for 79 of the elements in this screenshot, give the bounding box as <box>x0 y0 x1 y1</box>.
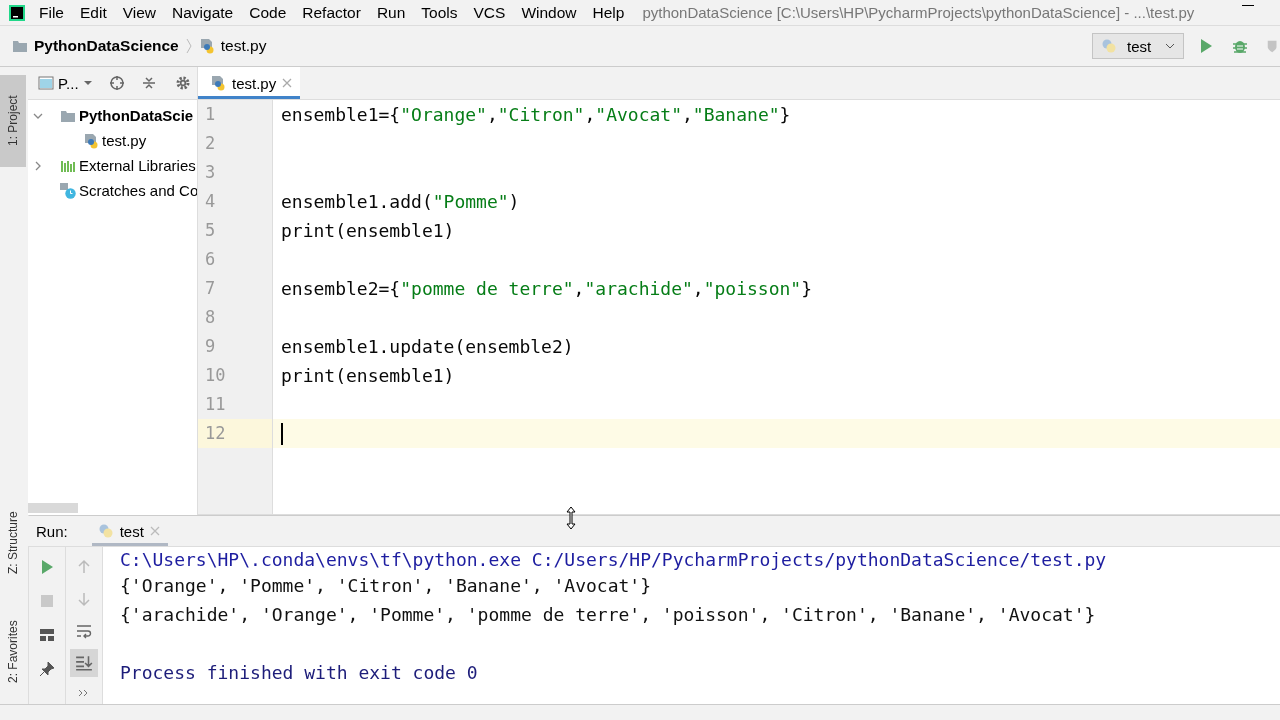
close-icon[interactable] <box>149 526 160 536</box>
menu-item[interactable]: Window <box>521 3 577 22</box>
python-file-icon <box>83 132 99 149</box>
collapse-all-icon[interactable] <box>140 75 157 91</box>
scroll-to-end-icon <box>75 654 93 672</box>
text-cursor <box>281 422 283 445</box>
line-number: 10 <box>204 364 227 387</box>
code-line: print(ensemble1) <box>281 365 455 386</box>
panel-title: Run: <box>36 522 68 540</box>
tool-window-tab[interactable]: 1: Project <box>0 75 26 167</box>
console-output-line: {'arachide', 'Orange', 'Pomme', 'pomme de terre', 'poisson', 'Citron', 'Banane', 'Avocat'} <box>120 604 1096 625</box>
line-number: 6 <box>204 248 217 271</box>
menu-item[interactable]: View <box>122 3 157 22</box>
line-number: 11 <box>204 393 227 416</box>
chevron-icon <box>184 38 193 54</box>
menu-item[interactable]: File <box>39 3 64 22</box>
tree-item[interactable]: PythonDataScie <box>79 107 194 124</box>
close-icon[interactable] <box>282 78 293 88</box>
soft-wrap-icon[interactable] <box>76 623 92 639</box>
locate-target-icon[interactable] <box>108 75 125 91</box>
python-file-icon <box>210 75 226 91</box>
menu-item[interactable]: Tools <box>421 3 458 22</box>
tree-item[interactable]: External Libraries <box>79 157 196 174</box>
console-output-line: {'Orange', 'Pomme', 'Citron', 'Banane', 'Avocat'} <box>120 575 651 596</box>
down-arrow-icon[interactable] <box>76 591 92 607</box>
breadcrumb-item[interactable]: PythonDataScience <box>34 37 179 55</box>
menu-item[interactable]: Edit <box>80 3 107 22</box>
up-arrow-icon[interactable] <box>76 559 92 575</box>
menu-item[interactable]: Code <box>249 3 287 22</box>
code-line: ensemble1.add("Pomme") <box>281 191 520 212</box>
python-file-icon <box>198 38 215 54</box>
debug-bug-icon[interactable] <box>1232 38 1248 54</box>
more-icon[interactable] <box>78 689 90 697</box>
stop-icon[interactable] <box>38 593 55 609</box>
app-logo-icon <box>9 4 25 21</box>
code-line: print(ensemble1) <box>281 220 455 241</box>
caret-icon <box>1165 43 1175 49</box>
caret-icon <box>82 80 93 86</box>
window-title: pythonDataScience [C:\Users\HP\PycharmProjects\pythonDataScience] - ...\test.py <box>642 4 1195 21</box>
line-number: 9 <box>204 335 217 358</box>
breadcrumb-item[interactable]: test.py <box>220 37 267 55</box>
python-icon <box>1101 38 1117 54</box>
tool-window-tab[interactable]: 2: Favorites <box>0 607 26 697</box>
scrollbar-thumb[interactable] <box>28 503 78 513</box>
python-icon <box>97 523 114 539</box>
menu-item[interactable]: VCS <box>473 3 506 22</box>
line-number: 2 <box>204 132 217 155</box>
project-view-dropdown[interactable]: P... <box>38 74 93 92</box>
line-number: 8 <box>204 306 217 329</box>
run-tab[interactable]: test <box>91 516 168 546</box>
run-configuration-dropdown[interactable]: test <box>1092 33 1184 59</box>
pin-icon[interactable] <box>38 661 55 677</box>
code-line: ensemble1.update(ensemble2) <box>281 336 574 357</box>
window-icon <box>38 75 54 91</box>
console-output-line: Process finished with exit code 0 <box>120 662 478 683</box>
menu-item[interactable]: Refactor <box>302 3 361 22</box>
menu-item[interactable]: Help <box>592 3 625 22</box>
menu-item[interactable]: Navigate <box>172 3 234 22</box>
tool-window-tab[interactable]: Z: Structure <box>0 497 26 589</box>
code-line: ensemble1={"Orange","Citron","Avocat","Banane"} <box>281 104 791 125</box>
folder-icon <box>12 38 28 54</box>
menu-item[interactable]: Run <box>376 3 406 22</box>
code-line: ensemble2={"pomme de terre","arachide","poisson"} <box>281 278 813 299</box>
tree-item[interactable]: Scratches and Co <box>79 182 197 199</box>
line-number: 7 <box>204 277 217 300</box>
layout-icon[interactable] <box>38 627 55 643</box>
line-number: 5 <box>204 219 217 242</box>
editor-tab[interactable]: test.py <box>198 67 301 99</box>
coverage-shield-icon[interactable] <box>1266 38 1280 54</box>
line-number: 1 <box>204 103 217 126</box>
settings-icon[interactable] <box>174 75 191 91</box>
scroll-to-end-button[interactable] <box>70 649 98 677</box>
tree-item[interactable]: test.py <box>102 132 147 149</box>
scratch-clock-icon <box>60 182 76 199</box>
line-number: 4 <box>204 190 217 213</box>
console-output-line: C:\Users\HP\.conda\envs\tf\python.exe C:/Users/HP/PycharmProjects/pythonDataScience/test.py <box>120 548 1107 570</box>
line-number: 12 <box>198 419 272 448</box>
line-number: 3 <box>204 161 217 184</box>
run-icon[interactable] <box>1198 38 1214 54</box>
